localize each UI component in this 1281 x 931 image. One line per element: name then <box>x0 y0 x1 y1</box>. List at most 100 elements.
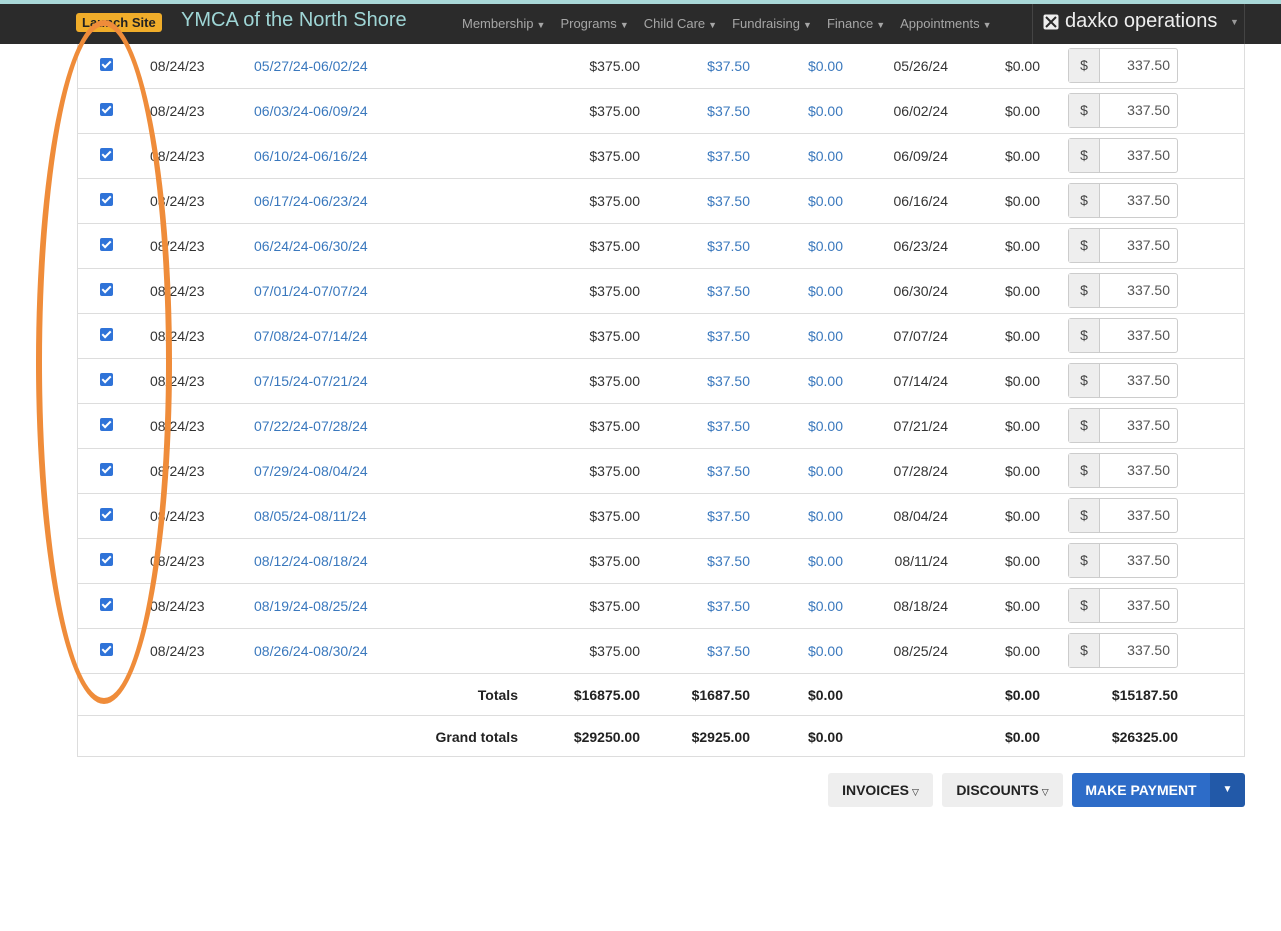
payment-field[interactable]: $337.50 <box>1068 543 1178 578</box>
row-checkbox[interactable] <box>100 598 113 611</box>
payment-input[interactable]: 337.50 <box>1100 364 1170 397</box>
discount-link[interactable]: $37.50 <box>640 539 750 583</box>
payment-field[interactable]: $337.50 <box>1068 318 1178 353</box>
payment-input[interactable]: 337.50 <box>1100 589 1170 622</box>
payment-input[interactable]: 337.50 <box>1100 49 1170 82</box>
discount-link[interactable]: $37.50 <box>640 584 750 628</box>
adjustment-link[interactable]: $0.00 <box>750 44 843 88</box>
row-checkbox[interactable] <box>100 238 113 251</box>
adjustment-link[interactable]: $0.00 <box>750 359 843 403</box>
discount-link[interactable]: $37.50 <box>640 179 750 223</box>
site-title[interactable]: YMCA of the North Shore <box>181 9 407 32</box>
billing-period-link[interactable]: 07/01/24-07/07/24 <box>254 269 368 313</box>
discount-link[interactable]: $37.50 <box>640 44 750 88</box>
payment-input[interactable]: 337.50 <box>1100 229 1170 262</box>
billing-period-link[interactable]: 05/27/24-06/02/24 <box>254 44 368 88</box>
payment-input[interactable]: 337.50 <box>1100 184 1170 217</box>
adjustment-link[interactable]: $0.00 <box>750 539 843 583</box>
payment-input[interactable]: 337.50 <box>1100 544 1170 577</box>
billing-period-link[interactable]: 08/19/24-08/25/24 <box>254 584 368 628</box>
launch-site-badge[interactable]: Launch Site <box>76 13 162 32</box>
billing-period-link[interactable]: 07/29/24-08/04/24 <box>254 449 368 493</box>
payment-field[interactable]: $337.50 <box>1068 498 1178 533</box>
row-checkbox[interactable] <box>100 643 113 656</box>
row-checkbox[interactable] <box>100 283 113 296</box>
billing-period-link[interactable]: 07/22/24-07/28/24 <box>254 404 368 448</box>
billing-period-link[interactable]: 06/24/24-06/30/24 <box>254 224 368 268</box>
billing-period-link[interactable]: 08/05/24-08/11/24 <box>254 494 367 538</box>
billing-period-link[interactable]: 08/26/24-08/30/24 <box>254 629 368 673</box>
row-checkbox[interactable] <box>100 373 113 386</box>
caret-down-icon: ▼ <box>536 20 546 30</box>
adjustment-link[interactable]: $0.00 <box>750 404 843 448</box>
row-checkbox[interactable] <box>100 418 113 431</box>
discount-link[interactable]: $37.50 <box>640 359 750 403</box>
row-checkbox[interactable] <box>100 553 113 566</box>
nav-membership[interactable]: Membership ▼ <box>462 16 545 31</box>
payment-input[interactable]: 337.50 <box>1100 139 1170 172</box>
billing-period-link[interactable]: 06/10/24-06/16/24 <box>254 134 368 178</box>
billing-period-link[interactable]: 06/03/24-06/09/24 <box>254 89 368 133</box>
nav-appointments[interactable]: Appointments ▼ <box>900 16 991 31</box>
payment-input[interactable]: 337.50 <box>1100 454 1170 487</box>
payment-field[interactable]: $337.50 <box>1068 228 1178 263</box>
payment-field[interactable]: $337.50 <box>1068 138 1178 173</box>
billing-period-link[interactable]: 08/12/24-08/18/24 <box>254 539 368 583</box>
row-checkbox[interactable] <box>100 328 113 341</box>
currency-addon: $ <box>1069 634 1100 667</box>
adjustment-link[interactable]: $0.00 <box>750 494 843 538</box>
adjustment-link[interactable]: $0.00 <box>750 629 843 673</box>
discount-link[interactable]: $37.50 <box>640 314 750 358</box>
nav-programs[interactable]: Programs ▼ <box>560 16 628 31</box>
make-payment-button[interactable]: MAKE PAYMENT <box>1072 773 1210 807</box>
payment-field[interactable]: $337.50 <box>1068 273 1178 308</box>
payment-field[interactable]: $337.50 <box>1068 93 1178 128</box>
make-payment-dropdown-icon[interactable]: ▼ <box>1210 773 1245 807</box>
payment-input[interactable]: 337.50 <box>1100 634 1170 667</box>
payment-field[interactable]: $337.50 <box>1068 453 1178 488</box>
adjustment-link[interactable]: $0.00 <box>750 89 843 133</box>
discount-link[interactable]: $37.50 <box>640 404 750 448</box>
billing-period-link[interactable]: 07/15/24-07/21/24 <box>254 359 368 403</box>
adjustment-link[interactable]: $0.00 <box>750 269 843 313</box>
discounts-button[interactable]: DISCOUNTS ▽ <box>942 773 1063 807</box>
row-checkbox[interactable] <box>100 463 113 476</box>
payment-input[interactable]: 337.50 <box>1100 319 1170 352</box>
adjustment-link[interactable]: $0.00 <box>750 449 843 493</box>
discount-link[interactable]: $37.50 <box>640 449 750 493</box>
brand-menu[interactable]: daxko operations ▼ <box>1032 4 1245 44</box>
nav-finance[interactable]: Finance ▼ <box>827 16 885 31</box>
discount-link[interactable]: $37.50 <box>640 224 750 268</box>
row-checkbox[interactable] <box>100 148 113 161</box>
payment-field[interactable]: $337.50 <box>1068 183 1178 218</box>
discount-link[interactable]: $37.50 <box>640 629 750 673</box>
payment-input[interactable]: 337.50 <box>1100 499 1170 532</box>
payment-input[interactable]: 337.50 <box>1100 94 1170 127</box>
payment-field[interactable]: $337.50 <box>1068 633 1178 668</box>
adjustment-link[interactable]: $0.00 <box>750 134 843 178</box>
row-checkbox[interactable] <box>100 58 113 71</box>
payment-field[interactable]: $337.50 <box>1068 408 1178 443</box>
payment-input[interactable]: 337.50 <box>1100 274 1170 307</box>
adjustment-link[interactable]: $0.00 <box>750 314 843 358</box>
discount-link[interactable]: $37.50 <box>640 89 750 133</box>
payment-field[interactable]: $337.50 <box>1068 588 1178 623</box>
billing-period-link[interactable]: 07/08/24-07/14/24 <box>254 314 368 358</box>
invoices-button[interactable]: INVOICES ▽ <box>828 773 933 807</box>
row-checkbox[interactable] <box>100 508 113 521</box>
adjustment-link[interactable]: $0.00 <box>750 584 843 628</box>
nav-fundraising[interactable]: Fundraising ▼ <box>732 16 812 31</box>
payment-field[interactable]: $337.50 <box>1068 48 1178 83</box>
adjustment-link[interactable]: $0.00 <box>750 179 843 223</box>
nav-child-care[interactable]: Child Care ▼ <box>644 16 717 31</box>
billing-period-link[interactable]: 06/17/24-06/23/24 <box>254 179 368 223</box>
discount-link[interactable]: $37.50 <box>640 134 750 178</box>
payment-input[interactable]: 337.50 <box>1100 409 1170 442</box>
row-checkbox[interactable] <box>100 103 113 116</box>
discount-link[interactable]: $37.50 <box>640 269 750 313</box>
payment-field[interactable]: $337.50 <box>1068 363 1178 398</box>
adjustment-link[interactable]: $0.00 <box>750 224 843 268</box>
paid-amount: $0.00 <box>1004 283 1040 299</box>
row-checkbox[interactable] <box>100 193 113 206</box>
discount-link[interactable]: $37.50 <box>640 494 750 538</box>
